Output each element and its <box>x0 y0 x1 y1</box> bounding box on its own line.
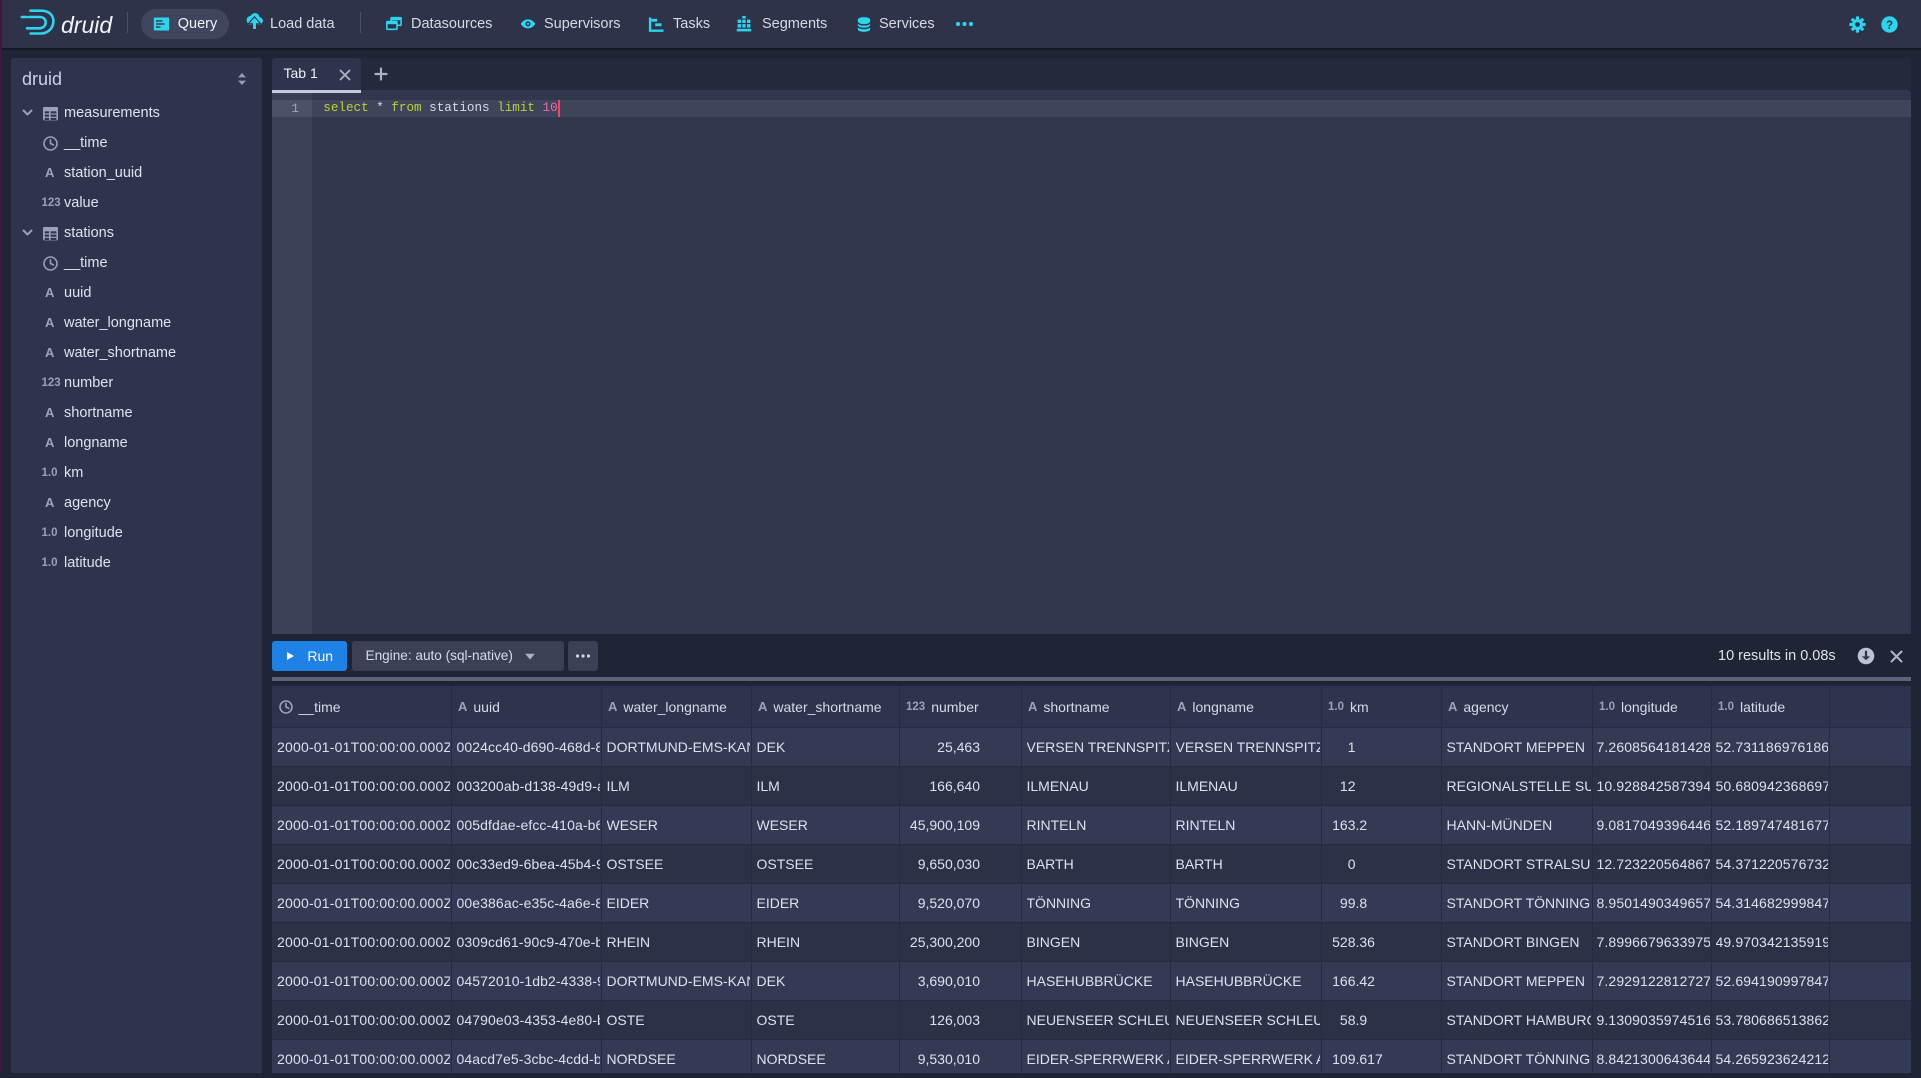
svg-text:?: ? <box>1886 20 1893 32</box>
